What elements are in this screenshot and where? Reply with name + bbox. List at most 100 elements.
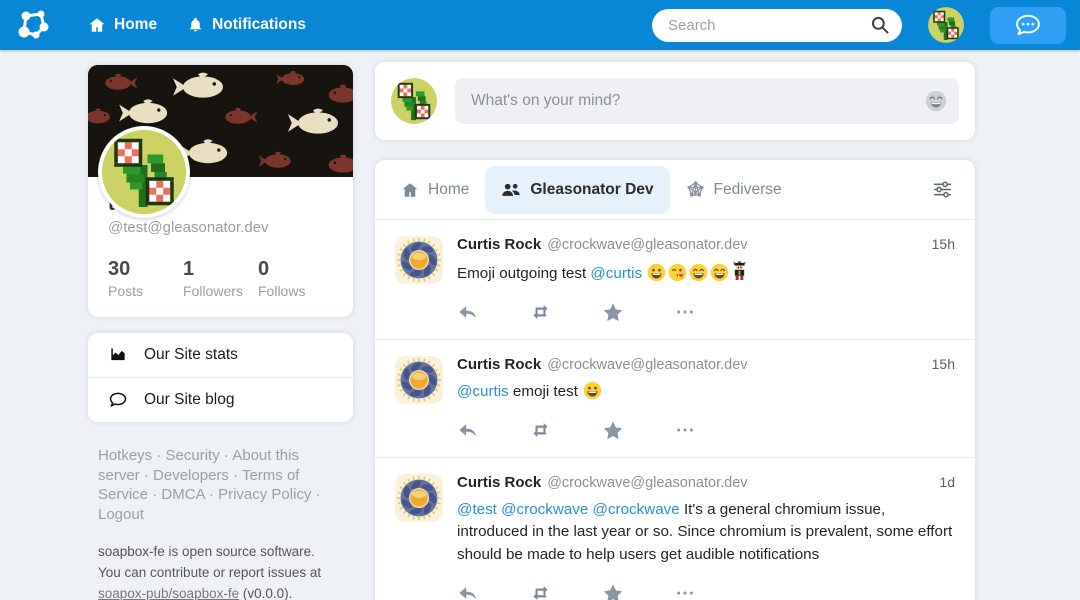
repost-icon xyxy=(529,583,552,600)
footer-link-dmca[interactable]: DMCA xyxy=(161,486,204,503)
nav-home-link[interactable]: Home xyxy=(78,8,167,42)
search-input[interactable] xyxy=(652,9,902,42)
stat-posts-label: Posts xyxy=(108,283,183,299)
compose-input[interactable] xyxy=(455,92,959,110)
footer-link-security[interactable]: Security xyxy=(166,447,220,464)
post-author-name[interactable]: Curtis Rock xyxy=(457,474,541,491)
profile-avatar[interactable] xyxy=(98,126,190,218)
mention-link[interactable]: @crockwave xyxy=(593,501,680,518)
post-author-avatar[interactable] xyxy=(395,236,443,284)
nav-notifications-link[interactable]: Notifications xyxy=(177,8,316,42)
grin-emoji xyxy=(582,383,603,400)
footer-link-developers[interactable]: Developers xyxy=(153,467,229,484)
stat-follows-value: 0 xyxy=(258,258,333,281)
post-timestamp[interactable]: 15h xyxy=(932,236,955,252)
post-timestamp[interactable]: 1d xyxy=(939,474,955,490)
beam-emoji xyxy=(688,265,709,282)
favourite-button[interactable] xyxy=(602,302,624,323)
compose-field-wrap xyxy=(455,78,959,124)
kiss-emoji xyxy=(667,265,688,282)
star-icon xyxy=(602,302,624,323)
footer-link-logout[interactable]: Logout xyxy=(98,506,144,523)
chat-button[interactable] xyxy=(990,7,1066,44)
post-author-handle[interactable]: @crockwave@gleasonator.dev xyxy=(547,237,747,253)
navbar-links: Home Notifications xyxy=(78,8,316,42)
tab-home[interactable]: Home xyxy=(385,166,485,214)
reply-icon xyxy=(457,302,479,322)
stat-posts-value: 30 xyxy=(108,258,183,281)
reply-icon xyxy=(457,583,479,600)
page-layout: test @test@gleasonator.dev 30 Posts 1 Fo… xyxy=(0,50,1080,600)
home-icon xyxy=(401,181,419,199)
post-author-handle[interactable]: @crockwave@gleasonator.dev xyxy=(547,357,747,373)
navbar-user-avatar[interactable] xyxy=(928,7,964,43)
footer-repo-link[interactable]: soapox-pub/soapbox-fe xyxy=(98,586,239,600)
post-author-avatar[interactable] xyxy=(395,356,443,404)
post-author-avatar[interactable] xyxy=(395,474,443,522)
footer-about-text: soapbox-fe is open source software. You … xyxy=(98,544,321,580)
beam-emoji xyxy=(709,265,730,282)
post[interactable]: Curtis Rock @crockwave@gleasonator.dev 1d @… xyxy=(375,458,975,600)
reply-button[interactable] xyxy=(457,583,479,600)
tab-home-label: Home xyxy=(428,181,469,199)
compose-user-avatar[interactable] xyxy=(391,78,437,124)
tab-gleasonator-dev-label: Gleasonator Dev xyxy=(530,181,653,199)
post-header: Curtis Rock @crockwave@gleasonator.dev 15h xyxy=(457,356,955,373)
footer-link-hotkeys[interactable]: Hotkeys xyxy=(98,447,152,464)
tab-gleasonator-dev[interactable]: Gleasonator Dev xyxy=(485,166,669,214)
home-icon xyxy=(88,16,106,34)
sidebar-item-site-blog[interactable]: Our Site blog xyxy=(88,377,353,422)
search-icon[interactable] xyxy=(870,15,890,35)
post-author-handle[interactable]: @crockwave@gleasonator.dev xyxy=(547,475,747,491)
sidebar-item-site-stats[interactable]: Our Site stats xyxy=(88,333,353,377)
favourite-button[interactable] xyxy=(602,420,624,441)
nav-home-label: Home xyxy=(114,16,157,34)
post-body: Curtis Rock @crockwave@gleasonator.dev 15h… xyxy=(457,356,955,443)
stat-followers-label: Followers xyxy=(183,283,258,299)
post-content: Emoji outgoing test @curtis xyxy=(457,261,955,286)
repost-button[interactable] xyxy=(529,420,552,441)
soapbox-logo-icon[interactable] xyxy=(12,5,56,45)
timeline-card: Home Gleasonator Dev Fediverse Curtis Ro… xyxy=(375,160,975,600)
compose-card xyxy=(375,62,975,140)
timeline-settings-icon[interactable] xyxy=(920,174,965,205)
reply-button[interactable] xyxy=(457,302,479,323)
post-header: Curtis Rock @crockwave@gleasonator.dev 1d xyxy=(457,474,955,491)
tab-fediverse[interactable]: Fediverse xyxy=(670,166,798,214)
mention-link[interactable]: @crockwave xyxy=(501,501,588,518)
repost-button[interactable] xyxy=(529,583,552,600)
stat-followers-value: 1 xyxy=(183,258,258,281)
more-button[interactable] xyxy=(674,583,696,600)
repost-button[interactable] xyxy=(529,302,552,323)
post-list: Curtis Rock @crockwave@gleasonator.dev 15h… xyxy=(375,220,975,600)
post[interactable]: Curtis Rock @crockwave@gleasonator.dev 15h… xyxy=(375,220,975,340)
top-navbar: Home Notifications xyxy=(0,0,1080,50)
ellipsis-icon xyxy=(674,302,696,322)
mention-link[interactable]: @curtis xyxy=(590,265,642,282)
stat-follows[interactable]: 0 Follows xyxy=(258,258,333,299)
mention-link[interactable]: @curtis xyxy=(457,383,509,400)
post-content: @test @crockwave @crockwave It's a gener… xyxy=(457,499,955,567)
star-icon xyxy=(602,420,624,441)
footer-links: Hotkeys · Security · About this server ·… xyxy=(98,446,337,524)
mention-link[interactable]: @test xyxy=(457,501,497,518)
bell-icon xyxy=(187,16,204,34)
stat-posts[interactable]: 30 Posts xyxy=(108,258,183,299)
fediverse-icon xyxy=(686,180,705,199)
post-timestamp[interactable]: 15h xyxy=(932,356,955,372)
more-button[interactable] xyxy=(674,420,696,441)
emoji-picker-icon[interactable] xyxy=(925,90,947,112)
footer-version-text: (v0.0.0). xyxy=(239,586,292,600)
profile-card: test @test@gleasonator.dev 30 Posts 1 Fo… xyxy=(88,65,353,317)
reply-button[interactable] xyxy=(457,420,479,441)
post[interactable]: Curtis Rock @crockwave@gleasonator.dev 15h… xyxy=(375,340,975,458)
repost-icon xyxy=(529,302,552,322)
stat-followers[interactable]: 1 Followers xyxy=(183,258,258,299)
main-column: Home Gleasonator Dev Fediverse Curtis Ro… xyxy=(375,62,975,600)
favourite-button[interactable] xyxy=(602,583,624,600)
post-author-name[interactable]: Curtis Rock xyxy=(457,356,541,373)
post-author-name[interactable]: Curtis Rock xyxy=(457,236,541,253)
reply-icon xyxy=(457,420,479,440)
footer-link-privacy-policy[interactable]: Privacy Policy xyxy=(218,486,311,503)
more-button[interactable] xyxy=(674,302,696,323)
